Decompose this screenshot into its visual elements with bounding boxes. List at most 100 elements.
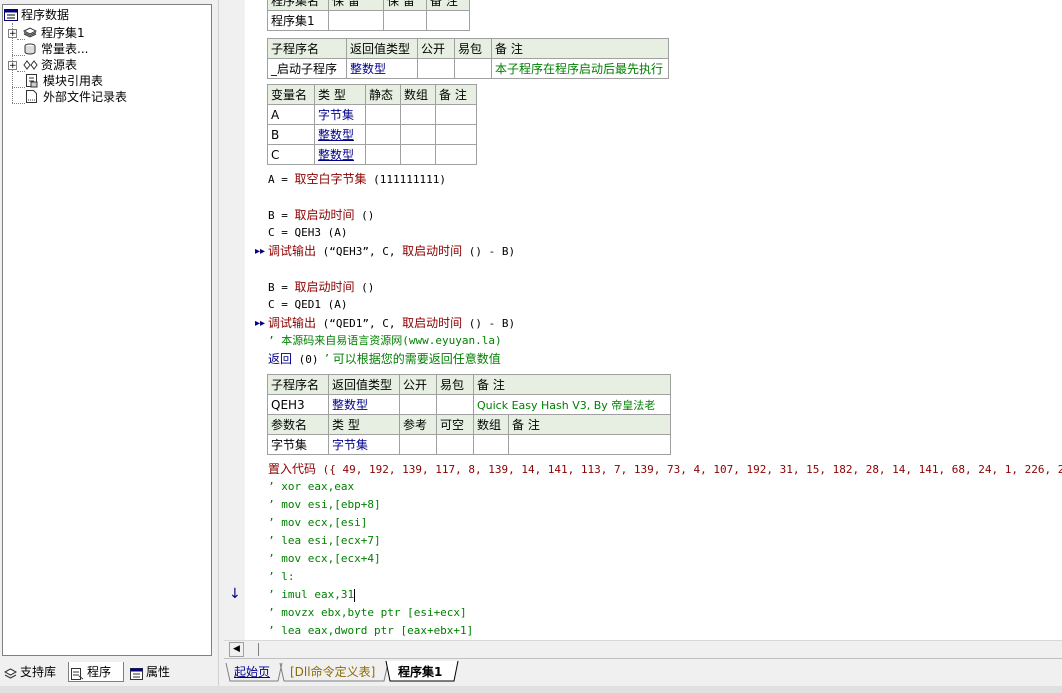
code-line[interactable]: C = QED1 (A) xyxy=(268,296,347,314)
program-data-icon xyxy=(4,9,18,21)
table-cell[interactable] xyxy=(365,144,401,165)
breakpoint-marker-icon[interactable]: ▸▸ xyxy=(255,246,265,257)
table-cell[interactable] xyxy=(417,58,455,79)
table-row[interactable]: A 字节集 xyxy=(267,104,477,125)
code-line[interactable]: 置入代码 ({ 49, 192, 139, 117, 8, 139, 14, 1… xyxy=(268,460,1062,478)
table-cell[interactable] xyxy=(400,104,436,125)
asm-comment[interactable]: ’ imul eax,31 xyxy=(268,586,356,604)
code-text: () xyxy=(361,209,375,222)
code-comment[interactable]: ’ 本源码来自易语言资源网(www.eyuyan.la) xyxy=(268,332,502,350)
tab-start-page[interactable]: 起始页 xyxy=(234,662,270,682)
table-cell[interactable]: 字节集 xyxy=(328,434,400,455)
asm-comment[interactable]: ’ lea eax,dword ptr [eax+ebx+1] xyxy=(268,622,473,640)
horizontal-scrollbar[interactable]: ◀ xyxy=(224,640,1062,658)
tree-item-external-files[interactable]: 外部文件记录表 xyxy=(3,89,203,105)
table-row[interactable]: B 整数型 xyxy=(267,124,477,145)
table-header-cell: 备 注 xyxy=(473,374,671,395)
tab-properties[interactable]: 属性 xyxy=(128,662,188,682)
tree-item-program-set[interactable]: + 程序集1 xyxy=(3,25,203,41)
table-cell[interactable]: Quick Easy Hash V3, By 帝皇法老 xyxy=(473,394,671,415)
table-header-cell: 保 留 xyxy=(328,0,384,11)
table-cell[interactable] xyxy=(399,434,437,455)
table-cell[interactable] xyxy=(399,394,437,415)
code-line[interactable]: A = 取空白字节集 (111111111) xyxy=(268,170,446,188)
asm-comment[interactable]: ’ l: xyxy=(268,568,295,586)
scroll-left-icon[interactable]: ◀ xyxy=(229,642,244,657)
code-line[interactable]: C = QEH3 (A) xyxy=(268,224,347,242)
asm-comment[interactable]: ’ movzx ebx,byte ptr [esi+ecx] xyxy=(268,604,467,622)
table-cell[interactable]: B xyxy=(267,124,315,145)
code-text: () - B) xyxy=(468,317,516,330)
expand-icon[interactable]: + xyxy=(8,29,17,39)
table-cell[interactable] xyxy=(426,10,470,31)
tab-support-library[interactable]: 支持库 xyxy=(2,662,66,682)
tab-label: 起始页 xyxy=(234,665,271,679)
code-line[interactable]: 调试输出 (“QEH3”, C, 取启动时间 () - B) xyxy=(268,242,515,260)
table-cell[interactable] xyxy=(473,434,509,455)
subroutine-table: 子程序名 返回值类型 公开 易包 备 注 _启动子程序 整数型 本子程序在程序启… xyxy=(267,38,669,79)
breakpoint-marker-icon[interactable]: ▸▸ xyxy=(255,318,265,329)
table-cell[interactable] xyxy=(435,104,477,125)
table-cell[interactable] xyxy=(328,10,384,31)
scroll-thumb[interactable] xyxy=(244,643,259,656)
table-row[interactable]: 字节集 字节集 xyxy=(267,434,671,455)
asm-comment[interactable]: ’ lea esi,[ecx+7] xyxy=(268,532,381,550)
table-header-row: 参数名 类 型 参考 可空 数组 备 注 xyxy=(267,414,671,435)
code-line[interactable]: B = 取启动时间 () xyxy=(268,206,374,224)
table-cell[interactable] xyxy=(383,10,427,31)
table-cell[interactable]: _启动子程序 xyxy=(267,58,347,79)
function-call: 取空白字节集 xyxy=(294,172,367,186)
table-row[interactable]: 程序集1 xyxy=(267,10,470,31)
table-cell[interactable]: 字节集 xyxy=(267,434,329,455)
project-tree[interactable]: 程序数据 + 程序集1 常量表... + 资源表 模块引用表 外部文件记录表 xyxy=(2,4,212,656)
table-header-cell: 备 注 xyxy=(435,84,477,105)
table-cell[interactable] xyxy=(436,394,474,415)
table-cell[interactable] xyxy=(400,124,436,145)
table-cell[interactable]: 整数型 xyxy=(328,394,400,415)
module-reference-icon xyxy=(25,74,39,88)
table-cell[interactable]: 整数型 xyxy=(314,124,366,145)
table-cell[interactable] xyxy=(400,144,436,165)
tab-dll-commands[interactable]: [Dll命令定义表] xyxy=(290,662,375,682)
table-cell[interactable]: 字节集 xyxy=(314,104,366,125)
tab-label: 属性 xyxy=(146,665,171,679)
subroutine-table-qeh3: 子程序名 返回值类型 公开 易包 备 注 QEH3 整数型 Quick Easy… xyxy=(267,374,671,455)
table-cell[interactable]: A xyxy=(267,104,315,125)
asm-comment[interactable]: ’ xor eax,eax xyxy=(268,478,354,496)
table-cell[interactable] xyxy=(435,144,477,165)
code-editor[interactable]: 程序集名 保 留 保 留 备 注 程序集1 子程序名 返回值类型 公开 易包 备… xyxy=(224,0,1062,640)
table-header-row: 子程序名 返回值类型 公开 易包 备 注 xyxy=(267,38,669,59)
asm-comment[interactable]: ’ mov ecx,[esi] xyxy=(268,514,367,532)
table-cell[interactable] xyxy=(436,434,474,455)
asm-comment[interactable]: ’ mov esi,[ebp+8] xyxy=(268,496,381,514)
table-cell[interactable]: 程序集1 xyxy=(267,10,329,31)
tab-program-set[interactable]: 程序集1 xyxy=(398,662,442,682)
table-cell[interactable]: 本子程序在程序启动后最先执行 xyxy=(491,58,669,79)
table-header-cell: 类 型 xyxy=(314,84,366,105)
tree-item-resources[interactable]: + 资源表 xyxy=(3,57,203,73)
table-cell[interactable] xyxy=(365,124,401,145)
table-cell[interactable] xyxy=(454,58,492,79)
tab-program[interactable]: 程序 xyxy=(68,662,124,682)
table-cell[interactable] xyxy=(365,104,401,125)
code-line[interactable]: 调试输出 (“QED1”, C, 取启动时间 () - B) xyxy=(268,314,515,332)
table-row[interactable]: C 整数型 xyxy=(267,144,477,165)
table-row[interactable]: QEH3 整数型 Quick Easy Hash V3, By 帝皇法老 xyxy=(267,394,671,415)
expand-icon[interactable]: + xyxy=(8,61,17,71)
table-cell[interactable]: 整数型 xyxy=(346,58,418,79)
table-row[interactable]: _启动子程序 整数型 本子程序在程序启动后最先执行 xyxy=(267,58,669,79)
code-line[interactable]: 返回 (0) ’ 可以根据您的需要返回任意数值 xyxy=(268,350,501,368)
table-header-cell: 子程序名 xyxy=(267,38,347,59)
tree-item-modules[interactable]: 模块引用表 xyxy=(3,73,203,89)
table-cell[interactable]: C xyxy=(267,144,315,165)
comment-text: ’ lea eax,dword ptr [eax+ebx+1] xyxy=(268,624,474,637)
table-cell[interactable] xyxy=(435,124,477,145)
table-cell[interactable]: 整数型 xyxy=(314,144,366,165)
table-cell[interactable] xyxy=(508,434,671,455)
editor-gutter-border xyxy=(244,0,245,640)
table-cell[interactable]: QEH3 xyxy=(267,394,329,415)
tree-item-constants[interactable]: 常量表... xyxy=(3,41,203,57)
code-line[interactable]: B = 取启动时间 () xyxy=(268,278,374,296)
asm-comment[interactable]: ’ mov ecx,[ecx+4] xyxy=(268,550,381,568)
comment-text: ’ xor eax,eax xyxy=(268,480,355,493)
